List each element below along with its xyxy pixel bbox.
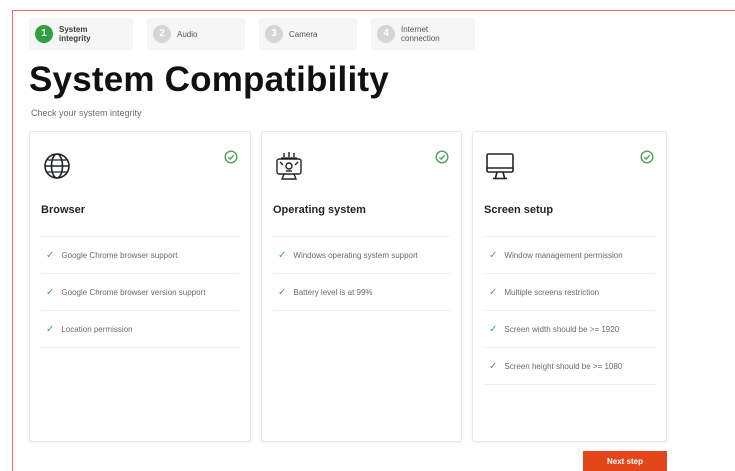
step-internet-connection[interactable]: 4 Internet connection bbox=[371, 18, 475, 50]
step-label: Internet connection bbox=[401, 25, 440, 43]
checkmark-icon: ✓ bbox=[46, 249, 55, 261]
page-title: System Compatibility bbox=[29, 60, 389, 99]
check-item-label: Window management permission bbox=[504, 250, 623, 260]
check-item: ✓ Multiple screens restriction bbox=[484, 273, 655, 310]
card-title: Operating system bbox=[273, 204, 366, 216]
checkmark-icon: ✓ bbox=[278, 286, 287, 298]
check-list: ✓ Windows operating system support ✓ Bat… bbox=[273, 236, 450, 311]
step-label: System integrity bbox=[59, 25, 91, 43]
check-item: ✓ Screen width should be >= 1920 bbox=[484, 310, 655, 347]
operating-system-icon bbox=[272, 149, 306, 183]
operating-system-card: Operating system ✓ Windows operating sys… bbox=[261, 131, 462, 442]
check-item-label: Battery level is at 99% bbox=[293, 287, 373, 297]
checkmark-icon: ✓ bbox=[46, 286, 55, 298]
check-item: ✓ Window management permission bbox=[484, 236, 655, 273]
card-title: Browser bbox=[41, 204, 86, 216]
check-item-label: Google Chrome browser support bbox=[61, 250, 178, 260]
checkmark-icon: ✓ bbox=[489, 360, 498, 372]
check-circle-icon bbox=[640, 150, 654, 164]
monitor-icon bbox=[483, 149, 517, 183]
next-step-button[interactable]: Next step bbox=[583, 451, 667, 471]
check-item-label: Screen width should be >= 1920 bbox=[504, 324, 620, 334]
step-label: Audio bbox=[177, 29, 198, 39]
step-number-badge: 3 bbox=[265, 25, 283, 43]
check-item: ✓ Screen height should be >= 1080 bbox=[484, 347, 655, 385]
check-item: ✓ Windows operating system support bbox=[273, 236, 450, 273]
step-system-integrity[interactable]: 1 System integrity bbox=[29, 18, 133, 50]
step-number-badge: 1 bbox=[35, 25, 53, 43]
check-item-label: Windows operating system support bbox=[293, 250, 418, 260]
step-number-badge: 4 bbox=[377, 25, 395, 43]
checkmark-icon: ✓ bbox=[489, 323, 498, 335]
step-camera[interactable]: 3 Camera bbox=[259, 18, 357, 50]
check-circle-icon bbox=[435, 150, 449, 164]
step-label-line: connection bbox=[401, 34, 440, 43]
check-item: ✓ Google Chrome browser version support bbox=[41, 273, 239, 310]
check-item-label: Location permission bbox=[61, 324, 133, 334]
screen-setup-card: Screen setup ✓ Window management permiss… bbox=[472, 131, 667, 442]
check-item: ✓ Google Chrome browser support bbox=[41, 236, 239, 273]
checkmark-icon: ✓ bbox=[489, 286, 498, 298]
check-item: ✓ Location permission bbox=[41, 310, 239, 348]
stepper: 1 System integrity 2 Audio 3 Camera 4 In… bbox=[29, 18, 475, 50]
frame-border-top bbox=[12, 10, 735, 11]
checkmark-icon: ✓ bbox=[489, 249, 498, 261]
step-number-badge: 2 bbox=[153, 25, 171, 43]
check-list: ✓ Google Chrome browser support ✓ Google… bbox=[41, 236, 239, 348]
check-item-label: Screen height should be >= 1080 bbox=[504, 361, 623, 371]
step-label-line: integrity bbox=[59, 34, 91, 43]
step-label: Camera bbox=[289, 29, 318, 39]
check-item-label: Google Chrome browser version support bbox=[61, 287, 206, 297]
check-item-label: Multiple screens restriction bbox=[504, 287, 600, 297]
globe-icon bbox=[40, 149, 74, 183]
step-audio[interactable]: 2 Audio bbox=[147, 18, 245, 50]
browser-card: Browser ✓ Google Chrome browser support … bbox=[29, 131, 251, 442]
frame-border-left bbox=[12, 10, 13, 471]
checkmark-icon: ✓ bbox=[278, 249, 287, 261]
checkmark-icon: ✓ bbox=[46, 323, 55, 335]
check-item: ✓ Battery level is at 99% bbox=[273, 273, 450, 311]
step-label-line: Internet bbox=[401, 25, 429, 34]
check-list: ✓ Window management permission ✓ Multipl… bbox=[484, 236, 655, 385]
card-title: Screen setup bbox=[484, 204, 554, 216]
step-label-line: System bbox=[59, 25, 88, 34]
page-subtitle: Check your system integrity bbox=[31, 108, 142, 118]
check-circle-icon bbox=[224, 150, 238, 164]
